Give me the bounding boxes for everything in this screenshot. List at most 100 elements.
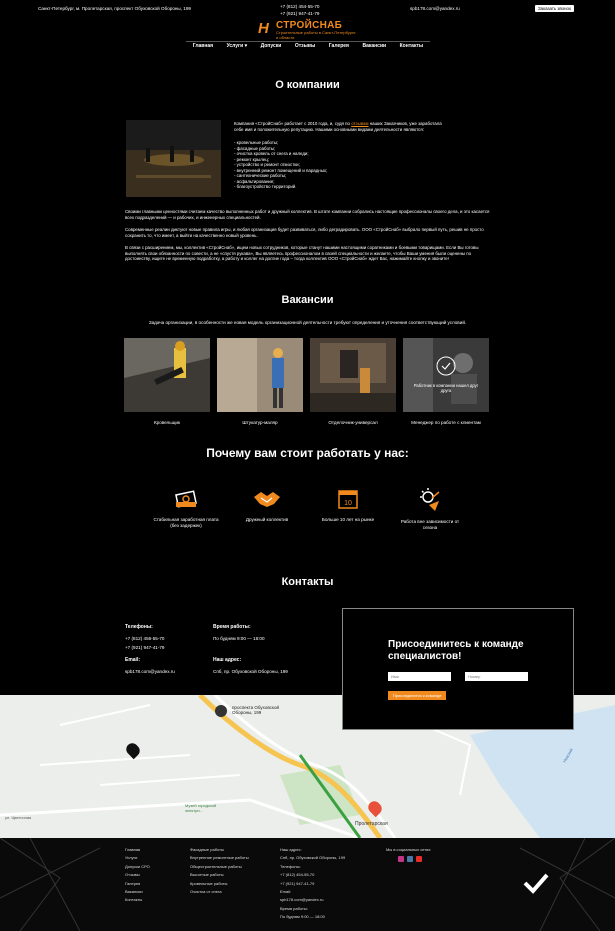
hours-label: Время работы: (213, 624, 251, 630)
footer-link[interactable]: Вакансии (125, 888, 150, 896)
footer-text[interactable]: +7 (921) 947-41-79 (280, 880, 345, 888)
weather-icon (420, 488, 440, 511)
map-pin-icon[interactable] (215, 705, 227, 717)
vacancy-label-finisher[interactable]: Отделочник-универсал (307, 420, 399, 426)
logo[interactable]: Н СТРОЙСНАБ Строительные работы в Санкт-… (258, 20, 358, 40)
nav-item-vacancies[interactable]: Вакансии (362, 43, 386, 49)
why-item-season: Работа вне зависимости от сезона (395, 487, 465, 530)
nav-item-reviews[interactable]: Отзывы (295, 43, 315, 49)
about-paragraph-3: В связи с расширением, мы, коллектив «Ст… (125, 245, 479, 262)
footer-link[interactable]: Кровельные работы (190, 880, 249, 888)
checkmark-icon (523, 873, 549, 894)
contacts-phones: Телефоны: +7 (812) 456-55-70 +7 (921) 94… (125, 624, 164, 652)
footer-nav: Главная Услуги Допуски СРО Отзывы Галере… (125, 846, 150, 905)
header-address: Санкт-Петербург, м. Пролетарская, проспе… (38, 6, 191, 11)
svg-text:10: 10 (344, 500, 352, 507)
footer-link[interactable]: Высотные работы (190, 871, 249, 879)
why-title: Почему вам стоит работать у нас: (206, 446, 409, 460)
footer-text: Наш адрес: (280, 847, 302, 852)
phones-label: Телефоны: (125, 624, 153, 630)
contact-phone-2[interactable]: +7 (921) 947-41-79 (125, 643, 164, 652)
footer-text: Email: (280, 889, 292, 895)
footer-text: По будням 9:00 — 18:00 (280, 914, 325, 920)
join-form: Присоединитесь к команде специалистов! И… (342, 608, 574, 730)
footer-social-label: Мы в социальных сетях: (386, 847, 432, 852)
instagram-icon[interactable] (398, 856, 404, 862)
why-item-experience: 10 Больше 10 лет на рынке (313, 487, 383, 523)
phone-input[interactable]: Номер (465, 672, 528, 681)
why-label: Дружный коллектив (245, 517, 289, 522)
join-button[interactable]: Присоединится к команде (388, 691, 447, 700)
vacancy-label-roofer[interactable]: Кровельщик (121, 420, 213, 426)
footer-link[interactable]: Внутренние ремонтные работы (190, 854, 249, 862)
footer-link[interactable]: Главная (125, 846, 150, 854)
vacancy-card-roofer[interactable] (124, 338, 210, 412)
why-label: Больше 10 лет на рынке (321, 517, 375, 522)
calendar-icon: 10 (338, 490, 358, 509)
footer-text[interactable]: +7 (812) 454-55-70 (280, 871, 345, 879)
nav-item-services[interactable]: Услуги ▾ (227, 43, 248, 49)
header-phone-1[interactable]: +7 (812) 454-55-70 (280, 3, 319, 10)
list-item: - благоустройство территорий. (234, 184, 297, 189)
vacancy-overlay-text: Работник в компании нашел друг друга (413, 383, 479, 393)
vacancy-card-finisher[interactable] (310, 338, 396, 412)
contact-hours: По будням 9:00 — 18:00 (213, 636, 265, 641)
about-paragraph-1: Своими главными ценностями считаем качес… (125, 209, 490, 220)
about-photo (126, 120, 221, 197)
logo-mark-icon: Н (258, 20, 269, 37)
vacancies-title: Вакансии (281, 294, 334, 306)
email-label: Email: (125, 657, 141, 663)
name-input[interactable]: Имя (388, 672, 451, 681)
vk-icon[interactable] (407, 856, 413, 862)
footer-contacts: Наш адрес: Спб, пр. Обуховской Обороны, … (280, 846, 345, 922)
map-label-address: проспекта Обуховской Обороны, 199 (232, 705, 279, 715)
contact-phone-1[interactable]: +7 (812) 456-55-70 (125, 634, 164, 643)
footer: Главная Услуги Допуски СРО Отзывы Галере… (0, 838, 615, 931)
reviews-link[interactable]: отзывам (351, 121, 368, 126)
footer-text: Спб, пр. Обуховской Обороны, 199 (280, 855, 346, 861)
about-paragraph-2: Современные реалии диктуют новые правила… (125, 227, 484, 238)
why-label: Работа вне зависимости от сезона (400, 519, 460, 530)
vacancy-label-plasterer[interactable]: Штукатур-маляр (214, 420, 306, 426)
nav-item-contacts[interactable]: Контакты (400, 43, 424, 49)
vacancy-card-plasterer[interactable] (217, 338, 303, 412)
contacts-address: Наш адрес: Спб, пр. Обуховской Обороны, … (213, 657, 288, 676)
why-label: Стабильная заработная плата (без задерже… (153, 517, 219, 528)
youtube-icon[interactable] (416, 856, 422, 862)
call-back-button[interactable]: Заказать звонок (535, 5, 574, 12)
handshake-icon (254, 492, 280, 507)
footer-text: Телефоны: (280, 863, 301, 869)
footer-text: Время работы: (280, 905, 308, 911)
logo-tagline: Строительные работы в Санкт-Петербурге и… (276, 30, 356, 40)
about-text: Компания «СтройСнаб» работает с 2010 год… (234, 121, 444, 190)
contacts-title: Контакты (281, 576, 334, 588)
address-label: Наш адрес: (213, 657, 242, 663)
social-links (398, 856, 422, 862)
footer-link[interactable]: Фасадные работы (190, 846, 249, 854)
footer-text[interactable]: spb178.com@yandex.ru (280, 896, 345, 904)
contact-address: Спб, пр. Обуховской Обороны, 199 (213, 669, 288, 674)
header-email[interactable]: spb178.com@yandex.ru (410, 6, 460, 11)
nav-item-home[interactable]: Главная (193, 43, 213, 49)
header-phone-2[interactable]: +7 (921) 947-41-79 (280, 10, 319, 17)
vacancy-card-manager[interactable]: Работник в компании нашел друг друга (403, 338, 489, 412)
nav-item-permits[interactable]: Допуски (261, 43, 282, 49)
map-label-museum: Музей городской электри... (185, 803, 217, 813)
footer-link[interactable]: Отзывы (125, 871, 150, 879)
footer-link[interactable]: Допуски СРО (125, 863, 150, 871)
vacancy-label-manager[interactable]: Менеджер по работе с клиентам (400, 420, 492, 426)
nav-item-gallery[interactable]: Галерея (329, 43, 349, 49)
header-phones: +7 (812) 454-55-70 +7 (921) 947-41-79 (280, 3, 319, 17)
contacts-email: Email: spb178.com@yandex.ru (125, 657, 175, 676)
map-label-metro: Пролетарская (355, 821, 388, 827)
top-bar: Санкт-Петербург, м. Пролетарская, проспе… (0, 0, 615, 20)
footer-link[interactable]: Галерея (125, 880, 150, 888)
vacancies-subtitle: Задача организации, в особенности же нов… (148, 320, 467, 325)
footer-link[interactable]: Контакты (125, 896, 150, 904)
contact-email[interactable]: spb178.com@yandex.ru (125, 667, 175, 676)
footer-link[interactable]: Очистка от снега (190, 888, 249, 896)
join-title: Присоединитесь к команде специалистов! (388, 639, 524, 662)
footer-link[interactable]: Услуги (125, 854, 150, 862)
footer-link[interactable]: Общестроительные работы (190, 863, 249, 871)
main-nav: Главная Услуги ▾ Допуски Отзывы Галерея … (186, 43, 430, 49)
